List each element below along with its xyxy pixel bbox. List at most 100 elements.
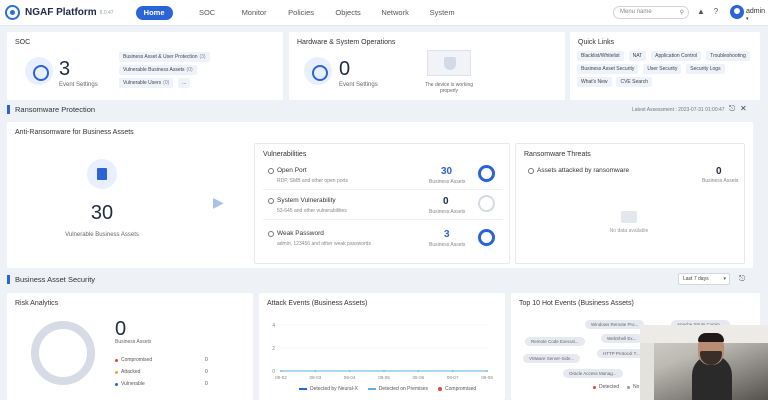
hot-event-pill[interactable]: VMware Server-Side... xyxy=(523,354,581,363)
tab-network[interactable]: Network xyxy=(372,6,419,20)
close-icon[interactable]: ✕ xyxy=(740,104,747,113)
legend-label-compromised: Compromised xyxy=(445,386,477,392)
chevron-down-icon: ▾ xyxy=(723,276,726,282)
legend-label-neural-x: Detected by Neural-X xyxy=(310,386,358,392)
legend-item-compromised[interactable]: Compromised xyxy=(438,386,476,392)
username[interactable]: admin xyxy=(746,8,768,22)
quick-link-troubleshooting[interactable]: Troubleshooting xyxy=(706,51,750,61)
open-port-title[interactable]: Open Port xyxy=(277,167,307,174)
detected-dot xyxy=(593,386,596,389)
tab-policies[interactable]: Policies xyxy=(278,6,325,20)
weak-password-cap: Business Assets xyxy=(429,242,466,248)
data-point xyxy=(451,370,454,372)
data-point xyxy=(383,370,385,372)
x-tick-label: 08-05 xyxy=(378,375,390,380)
open-port-cap: Business Assets xyxy=(429,179,466,185)
y-tick-label: 2 xyxy=(272,346,275,352)
compromised-dot xyxy=(115,359,118,362)
vulnerable-assets-count[interactable]: 30 xyxy=(87,202,117,225)
attacked-icon xyxy=(528,168,534,174)
search-placeholder: Menu name xyxy=(620,9,652,15)
compromised-value: 0 xyxy=(205,357,208,363)
empty-box-icon xyxy=(621,211,637,223)
legend-item-on-premises[interactable]: Detected on Premises xyxy=(367,386,428,392)
nav-tabs: Home SOC Monitor Policies Objects Networ… xyxy=(135,5,466,20)
tab-monitor[interactable]: Monitor xyxy=(231,6,278,20)
hot-event-pill[interactable]: HTTP Protocol T... xyxy=(597,349,646,358)
risk-count[interactable]: 0 xyxy=(115,318,126,341)
tag-more[interactable]: ... xyxy=(178,78,191,88)
logo: NGAF Platform 8.0.47 xyxy=(5,5,114,20)
tab-soc[interactable]: SOC xyxy=(184,6,231,20)
weak-password-icon xyxy=(268,231,274,237)
quick-link-blacklist[interactable]: Blacklist/Whitelist xyxy=(577,51,624,61)
attack-events-chart: 42008-02 08-03 08-04 08-05 08-06 08-07 08-08 xyxy=(272,323,493,380)
quick-link-security-logs[interactable]: Security Logs xyxy=(686,64,725,74)
tag-vulnerable-users[interactable]: Vulnerable Users (0) xyxy=(119,78,174,88)
hot-event-pill[interactable]: Windows Remote Pro... xyxy=(585,320,645,329)
vulnerabilities-panel: Vulnerabilities Open Port RDP, SMB and o… xyxy=(254,143,510,264)
section-marker xyxy=(7,275,10,284)
system-vuln-value[interactable]: 0 xyxy=(443,196,449,207)
system-vuln-title[interactable]: System Vulnerability xyxy=(277,197,336,204)
risk-analytics-card: Risk Analytics 0 Business Assets Comprom… xyxy=(7,293,253,400)
hardware-status: The device is working properly xyxy=(424,82,474,94)
open-port-icon xyxy=(268,168,274,174)
quick-link-nat[interactable]: NAT xyxy=(628,51,647,61)
logo-icon xyxy=(5,5,20,20)
quick-link-whats-new[interactable]: What's New xyxy=(577,77,612,87)
hot-event-pill[interactable]: Remote Code Executi... xyxy=(525,337,585,346)
risk-count-label: Business Assets xyxy=(115,339,152,345)
quick-link-user-security[interactable]: User Security xyxy=(643,64,682,74)
anti-ransomware-title: Anti-Ransomware for Business Assets xyxy=(15,129,134,136)
data-point xyxy=(348,370,351,372)
attacked-title[interactable]: Assets attacked by ransomware xyxy=(537,167,629,174)
open-port-ring xyxy=(478,165,495,182)
tab-home[interactable]: Home xyxy=(135,5,173,20)
detected-label: Detected xyxy=(599,384,620,390)
pin-icon[interactable]: ⎋ xyxy=(739,274,745,284)
quick-link-cve-search[interactable]: CVE Search xyxy=(616,77,652,87)
weak-password-title[interactable]: Weak Password xyxy=(277,230,324,237)
notification-bell-icon[interactable]: ▲ xyxy=(696,7,706,17)
shield-icon xyxy=(444,57,456,70)
tab-objects[interactable]: Objects xyxy=(325,6,372,20)
quick-links-list: Blacklist/Whitelist NAT Application Cont… xyxy=(577,51,757,90)
help-icon[interactable]: ? xyxy=(711,7,721,17)
search-icon[interactable]: ⚲ xyxy=(680,8,684,19)
quick-link-app-control[interactable]: Application Control xyxy=(651,51,702,61)
attack-events-title: Attack Events (Business Assets) xyxy=(267,300,368,307)
menu-search-input[interactable]: Menu name ⚲ xyxy=(613,6,689,19)
ransomware-card: Anti-Ransomware for Business Assets 30 V… xyxy=(7,122,753,268)
hot-event-pill[interactable]: Oracle Access Manag... xyxy=(563,369,623,378)
webcam-overlay xyxy=(640,325,768,400)
person-face xyxy=(698,333,724,365)
soc-count[interactable]: 3 xyxy=(59,58,70,81)
weak-password-value[interactable]: 3 xyxy=(444,229,450,240)
hardware-count[interactable]: 0 xyxy=(339,58,350,81)
quick-link-asset-security[interactable]: Business Asset Security xyxy=(577,64,639,74)
section-marker xyxy=(7,105,10,114)
hot-event-pill[interactable]: WebShell Ex... xyxy=(601,334,643,343)
bas-section-title: Business Asset Security xyxy=(15,275,96,284)
open-port-value[interactable]: 30 xyxy=(441,166,452,177)
tag-business-asset-protection[interactable]: Business Asset & User Protection (3) xyxy=(119,52,210,62)
brand-version: 8.0.47 xyxy=(99,9,114,16)
legend-line-neural-x xyxy=(299,388,307,390)
tag-vulnerable-business-assets[interactable]: Vulnerable Business Assets (0) xyxy=(119,65,197,75)
not-detected-label: No xyxy=(633,384,640,390)
avatar[interactable] xyxy=(730,5,744,19)
monitor-icon xyxy=(304,57,332,85)
vulnerable-assets-label: Vulnerable Business Assets xyxy=(65,232,139,238)
pin-icon[interactable]: ⎋ xyxy=(729,104,735,114)
x-tick-label: 08-04 xyxy=(344,375,356,380)
attack-legend: Detected by Neural-X Detected on Premise… xyxy=(299,386,476,392)
tab-system[interactable]: System xyxy=(419,6,466,20)
bas-section-header: Business Asset Security Last 7 days ▾ ⎋ xyxy=(7,273,757,287)
legend-item-neural-x[interactable]: Detected by Neural-X xyxy=(299,386,358,392)
attacked-value[interactable]: 0 xyxy=(716,166,722,177)
period-select[interactable]: Last 7 days ▾ xyxy=(678,273,730,285)
soc-card: SOC 3 Event Settings Business Asset & Us… xyxy=(7,32,283,100)
data-point xyxy=(314,370,317,372)
legend-line-on-premises xyxy=(367,388,376,390)
